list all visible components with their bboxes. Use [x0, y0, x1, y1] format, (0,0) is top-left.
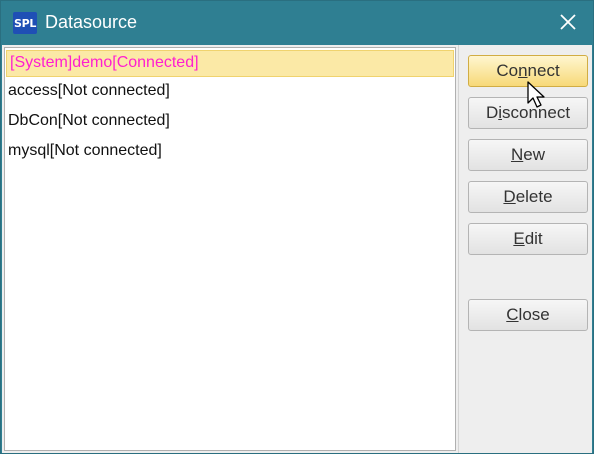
close-icon [560, 14, 576, 30]
window-title: Datasource [45, 12, 138, 32]
connect-label-pre: Co [496, 61, 519, 80]
connect-button[interactable]: Co n nect [468, 55, 588, 87]
datasource-list[interactable]: [System]demo[Connected] access[Not conne… [4, 47, 456, 451]
list-item[interactable]: mysql[Not connected] [5, 137, 455, 167]
title-bar[interactable]: SPL Datasource [1, 1, 593, 45]
new-button[interactable]: New [468, 139, 588, 171]
connect-label-post: nect [527, 61, 560, 80]
disconnect-label-pre: D [485, 103, 499, 122]
delete-button[interactable]: Delete [468, 181, 588, 213]
edit-button[interactable]: Edit [468, 223, 588, 255]
disconnect-button[interactable]: Di sconnect [468, 97, 588, 129]
connect-mnemonic: n [518, 61, 528, 80]
list-item[interactable]: access[Not connected] [5, 77, 455, 107]
edit-label-post: dit [524, 229, 543, 248]
close-button[interactable]: Close [468, 299, 588, 331]
new-label-post: ew [523, 145, 545, 164]
button-panel: Co n nect Di sconnect New Delete Edit Close [458, 45, 592, 453]
list-item[interactable]: [System]demo[Connected] [6, 50, 454, 77]
delete-label-post: elete [515, 187, 553, 206]
list-item[interactable]: DbCon[Not connected] [5, 107, 455, 137]
delete-mnemonic: D [503, 187, 516, 206]
close-label-post: lose [518, 305, 550, 324]
disconnect-label-post: sconnect [502, 103, 571, 122]
datasource-dialog: SPL Datasource [System]demo[Connected] a… [0, 0, 594, 454]
dialog-body: [System]demo[Connected] access[Not conne… [2, 45, 592, 453]
close-mnemonic: C [506, 305, 519, 324]
edit-mnemonic: E [513, 229, 525, 248]
spl-app-icon: SPL [13, 12, 37, 34]
close-window-button[interactable] [555, 9, 581, 35]
new-mnemonic: N [510, 145, 524, 164]
